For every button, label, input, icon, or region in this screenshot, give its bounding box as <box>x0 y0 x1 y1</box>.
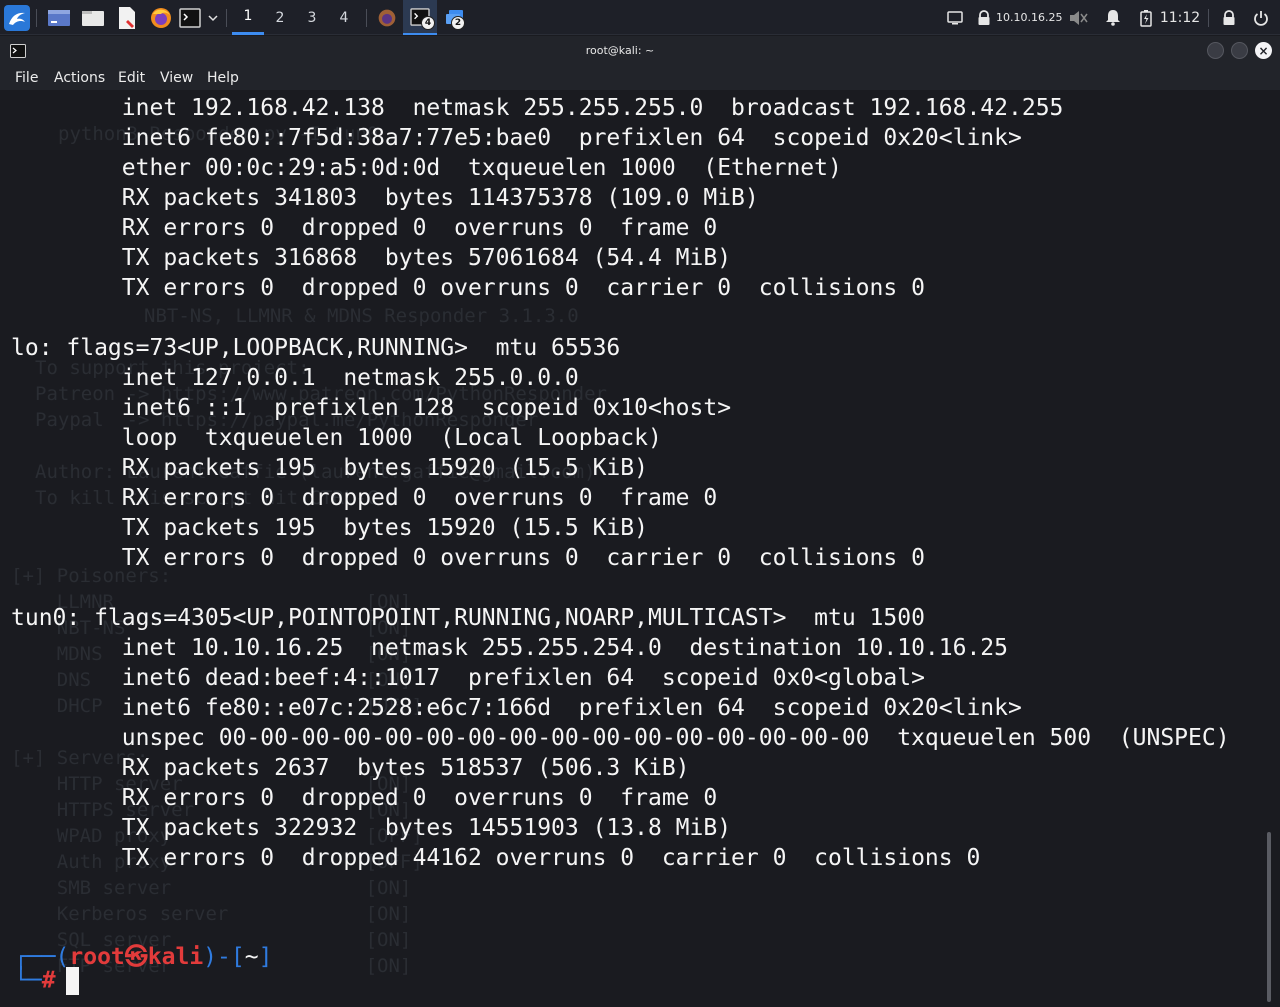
workspace-4[interactable]: 4 <box>328 0 360 35</box>
kali-dragon-icon <box>4 4 30 31</box>
terminal-line: TX errors 0 dropped 0 overruns 0 carrier… <box>11 545 925 571</box>
terminal-line: inet 10.10.16.25 netmask 255.255.254.0 d… <box>11 635 1008 661</box>
ghost-text: SMB server [ON] <box>11 877 412 899</box>
prompt-corner: └─ <box>14 967 42 994</box>
monitor-icon <box>947 10 963 24</box>
terminal-line: TX packets 316868 bytes 57061684 (54.4 M… <box>11 245 732 271</box>
terminal-launcher[interactable] <box>178 0 202 35</box>
ghost-text: Kerberos server [ON] <box>11 903 412 925</box>
terminal-line: inet6 fe80::e07c:2528:e6c7:166d prefixle… <box>11 695 1022 721</box>
notifications-button[interactable] <box>1102 0 1124 35</box>
terminal-line: RX errors 0 dropped 0 overruns 0 frame 0 <box>11 785 718 811</box>
firefox-icon <box>378 9 396 26</box>
menu-view[interactable]: View <box>160 66 193 90</box>
file-manager-launcher[interactable] <box>78 0 108 35</box>
terminal-line: inet6 dead:beef:4::1017 prefixlen 64 sco… <box>11 665 925 691</box>
power-icon <box>1254 10 1268 26</box>
ghost-text: NBT-NS, LLMNR & MDNS Responder 3.1.3.0 <box>144 305 579 327</box>
terminal-line: lo: flags=73<UP,LOOPBACK,RUNNING> mtu 65… <box>11 335 621 361</box>
taskbar-separator <box>366 9 367 27</box>
taskbar-separator <box>226 9 227 27</box>
window-titlebar[interactable]: root@kali: ~ × <box>0 36 1280 66</box>
battery-charging-icon <box>1140 9 1152 27</box>
terminal-dropdown-arrow[interactable] <box>204 0 222 35</box>
terminal-line: RX packets 195 bytes 15920 (15.5 KiB) <box>11 455 648 481</box>
terminal-line: loop txqueuelen 1000 (Local Loopback) <box>11 425 662 451</box>
show-desktop-button[interactable] <box>44 0 74 35</box>
firefox-icon <box>151 7 171 28</box>
close-button[interactable]: × <box>1255 42 1272 59</box>
prompt-skull-icon: ㉿ <box>124 944 148 970</box>
terminal-line: TX errors 0 dropped 44162 overruns 0 car… <box>11 845 981 871</box>
vpn-ip-address: 10.10.16.25 <box>996 11 1063 24</box>
terminal-line: RX errors 0 dropped 0 overruns 0 frame 0 <box>11 215 718 241</box>
window-title: root@kali: ~ <box>585 44 655 57</box>
terminal-line: unspec 00-00-00-00-00-00-00-00-00-00-00-… <box>11 725 1230 751</box>
terminal-line: ether 00:0c:29:a5:0d:0d txqueuelen 1000 … <box>11 155 842 181</box>
workspace-1[interactable]: 1 <box>232 0 264 35</box>
logout-button[interactable] <box>1248 0 1274 35</box>
prompt-bracket-mid: )-[ <box>203 944 245 970</box>
close-icon: × <box>1258 43 1269 58</box>
clock[interactable]: 11:12 <box>1160 0 1200 35</box>
terminal-line: RX packets 2637 bytes 518537 (506.3 KiB) <box>11 755 690 781</box>
firefox-task-button[interactable] <box>372 0 402 35</box>
maximize-button[interactable] <box>1231 42 1248 59</box>
power-status-button[interactable] <box>1136 0 1156 35</box>
taskbar: 1 2 3 4 4 2 10.10.16.25 11:12 <box>0 0 1280 35</box>
terminal-line: TX errors 0 dropped 0 overruns 0 carrier… <box>11 275 925 301</box>
terminal-line: RX packets 341803 bytes 114375378 (109.0… <box>11 185 759 211</box>
kali-menu-button[interactable] <box>2 0 32 35</box>
prompt-bracket-close: ] <box>258 944 273 970</box>
desktop-icon <box>48 9 70 26</box>
menu-actions[interactable]: Actions <box>54 66 105 90</box>
terminal-line: inet 192.168.42.138 netmask 255.255.255.… <box>11 95 1064 121</box>
taskbar-separator <box>36 9 37 27</box>
workspace-3[interactable]: 3 <box>296 0 328 35</box>
minimize-button[interactable] <box>1207 42 1224 59</box>
screen-tray-button[interactable] <box>944 0 966 35</box>
shell-input-line[interactable]: └─# <box>14 967 79 995</box>
volume-button[interactable] <box>1066 0 1090 35</box>
menu-file[interactable]: File <box>15 66 38 90</box>
chevron-down-icon <box>208 14 218 21</box>
terminal-line: inet6 fe80::7f5d:38a7:77e5:bae0 prefixle… <box>11 125 1022 151</box>
terminal-line: inet 127.0.0.1 netmask 255.0.0.0 <box>11 365 579 391</box>
firefox-launcher[interactable] <box>146 0 176 35</box>
terminal-scrollbar[interactable] <box>1267 832 1271 1002</box>
menu-help[interactable]: Help <box>207 66 239 90</box>
files-task-button[interactable]: 2 <box>440 0 470 35</box>
text-editor-icon <box>119 6 135 29</box>
terminal-output-area[interactable]: python3 Responder.py -I tun0 NBT-NS, LLM… <box>0 90 1264 1007</box>
files-task-count-badge: 2 <box>451 16 465 30</box>
terminal-icon <box>179 7 201 28</box>
prompt-root-symbol: # <box>41 967 56 994</box>
lock-icon <box>978 9 990 25</box>
menu-bar: File Actions Edit View Help <box>0 66 1280 90</box>
taskbar-separator <box>1208 9 1209 27</box>
terminal-line: TX packets 195 bytes 15920 (15.5 KiB) <box>11 515 648 541</box>
lock-screen-button[interactable] <box>1216 0 1242 35</box>
text-editor-launcher[interactable] <box>112 0 142 35</box>
workspace-2[interactable]: 2 <box>264 0 296 35</box>
lock-icon <box>1223 9 1235 25</box>
terminal-line: TX packets 322932 bytes 14551903 (13.8 M… <box>11 815 732 841</box>
menu-edit[interactable]: Edit <box>118 66 145 90</box>
terminal-line: inet6 ::1 prefixlen 128 scopeid 0x10<hos… <box>11 395 732 421</box>
prompt-path: ~ <box>244 944 259 970</box>
text-cursor <box>65 967 79 995</box>
vpn-lock-indicator[interactable] <box>974 0 994 35</box>
terminal-window: root@kali: ~ × File Actions Edit View He… <box>0 36 1280 1007</box>
terminal-task-count-badge: 4 <box>421 16 435 30</box>
terminal-task-button[interactable]: 4 <box>403 0 437 35</box>
volume-muted-icon <box>1070 10 1088 25</box>
shell-prompt-line: ┌──(root㉿kali)-[~] <box>14 937 272 971</box>
terminal-line: tun0: flags=4305<UP,POINTOPOINT,RUNNING,… <box>11 605 925 631</box>
terminal-line: RX errors 0 dropped 0 overruns 0 frame 0 <box>11 485 718 511</box>
bell-icon <box>1106 10 1120 26</box>
folder-icon <box>82 10 104 26</box>
prompt-host: kali <box>147 944 204 970</box>
